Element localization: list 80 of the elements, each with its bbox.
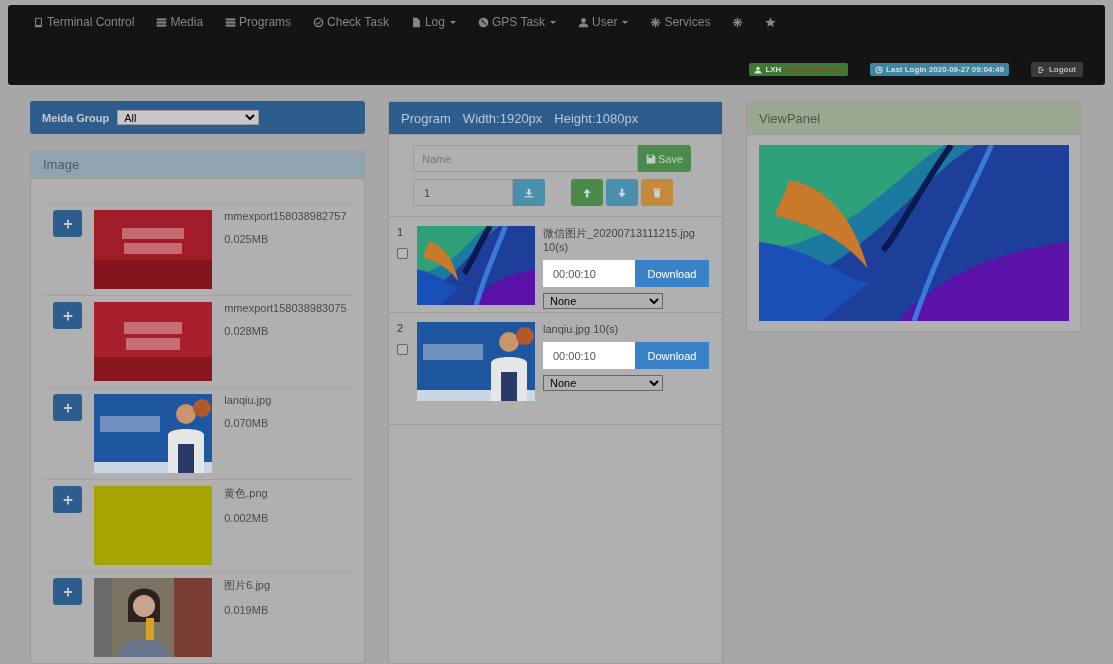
add-button[interactable] <box>53 394 83 421</box>
document-icon <box>410 16 422 28</box>
item-title: 微信图片_20200713111215.jpg 10(s) <box>543 226 696 254</box>
file-size: 0.028MB <box>224 325 270 337</box>
caret-icon <box>550 20 557 24</box>
trash-icon <box>652 187 662 198</box>
move-up-button[interactable] <box>571 179 603 206</box>
floppy-icon <box>646 153 656 164</box>
plus-icon <box>62 310 73 321</box>
move-down-button[interactable] <box>606 179 638 206</box>
duration-field[interactable]: 00:00:10 <box>543 342 635 369</box>
user-icon <box>754 65 763 74</box>
arrow-down-icon <box>617 187 627 198</box>
asterisk-icon <box>732 16 744 28</box>
transition-select[interactable]: None <box>543 293 663 309</box>
add-button[interactable] <box>53 578 83 605</box>
file-size: 0.002MB <box>224 512 270 524</box>
group-select[interactable]: All <box>117 110 260 125</box>
import-button[interactable] <box>513 179 545 206</box>
file-name: mmexport158038983075 <box>224 302 348 314</box>
logout-icon <box>1037 65 1046 74</box>
nav-link[interactable]: User <box>578 15 629 29</box>
caret-icon <box>622 20 629 24</box>
save-button[interactable]: Save <box>638 145 692 172</box>
file-size: 0.025MB <box>224 233 270 245</box>
logout-button[interactable]: Logout <box>1030 62 1083 77</box>
add-button[interactable] <box>53 486 83 513</box>
caret-icon <box>449 20 456 24</box>
clock-icon <box>875 65 884 74</box>
list-icon <box>156 16 168 28</box>
import-icon <box>524 187 534 198</box>
file-name: 图片6.jpg <box>224 578 272 593</box>
nav-link[interactable]: Programs <box>225 15 292 29</box>
delete-button[interactable] <box>641 179 673 206</box>
star-icon <box>765 16 777 28</box>
file-name: lanqiu.jpg <box>224 394 273 406</box>
download-button[interactable]: Download <box>635 342 709 369</box>
file-size: 0.070MB <box>224 417 270 429</box>
phone-icon <box>33 16 44 28</box>
nav-icon-link[interactable] <box>732 16 744 28</box>
user-name: LXH <box>765 65 782 74</box>
item-title: lanqiu.jpg 10(s) <box>543 322 620 336</box>
panel-title: Program <box>401 110 451 126</box>
nav-link[interactable]: Terminal Control <box>33 15 135 29</box>
nav-link[interactable]: Media <box>156 15 204 29</box>
duration-field[interactable]: 00:00:10 <box>543 260 635 287</box>
page-field[interactable]: 1 <box>413 179 513 206</box>
nav-link[interactable]: Log <box>410 15 456 29</box>
list-icon <box>225 16 237 28</box>
last-login-text: Last Login 2020-09-27 09:04:49 <box>886 65 1004 74</box>
nav-link[interactable]: GPS Task <box>477 15 557 29</box>
asterisk-icon <box>650 16 662 28</box>
item-checkbox[interactable] <box>397 344 408 355</box>
item-number: 1 <box>397 226 405 238</box>
download-button[interactable]: Download <box>635 260 709 287</box>
panel-title: ViewPanel <box>759 110 821 126</box>
plus-icon <box>62 586 73 597</box>
add-button[interactable] <box>53 210 83 237</box>
file-name: mmexport158038982757 <box>224 210 348 222</box>
panel-title: Image <box>43 157 80 172</box>
group-label: Meida Group <box>42 111 110 124</box>
file-size: 0.019MB <box>224 604 270 616</box>
file-name: 黄色.png <box>224 486 269 501</box>
arrow-up-icon <box>582 187 592 198</box>
width-label: Width:1920px <box>462 110 543 126</box>
item-checkbox[interactable] <box>397 248 408 259</box>
user-icon <box>578 16 590 28</box>
nav-link[interactable]: Check Task <box>313 15 389 29</box>
transition-select[interactable]: None <box>543 375 663 391</box>
height-label: Height:1080px <box>554 110 639 126</box>
plus-icon <box>62 218 73 229</box>
item-number: 2 <box>397 322 405 334</box>
globe-icon <box>477 16 489 28</box>
plus-icon <box>62 494 73 505</box>
nav-link[interactable]: Services <box>650 15 711 29</box>
plus-icon <box>62 402 73 413</box>
add-button[interactable] <box>53 302 83 329</box>
nav-icon-link[interactable] <box>765 16 777 28</box>
auth-status: (Authenticated) <box>784 65 844 74</box>
name-field[interactable]: Name <box>413 145 638 172</box>
